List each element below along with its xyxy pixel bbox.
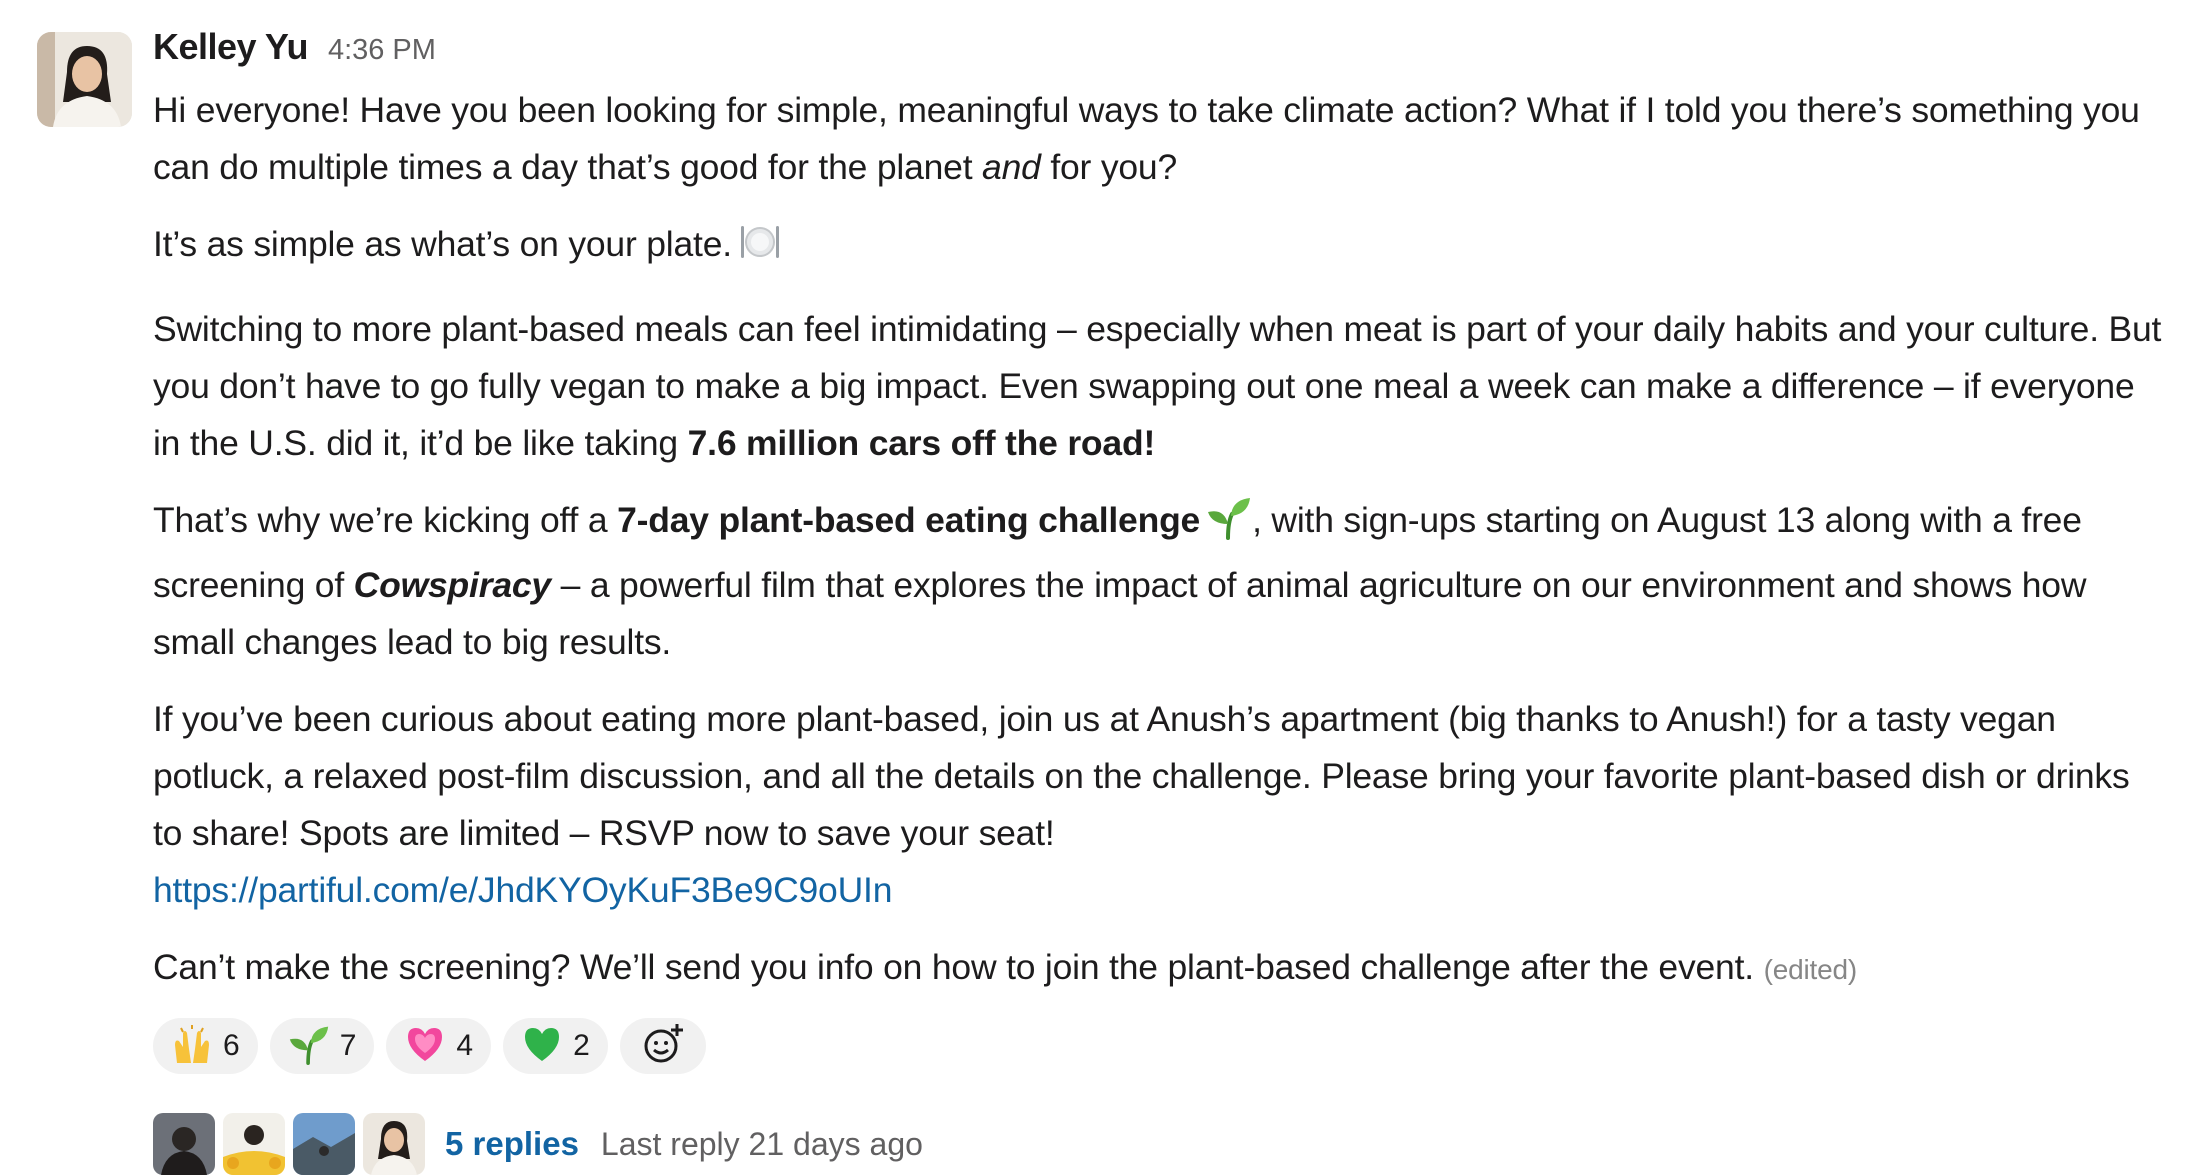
message: Kelley Yu 4:36 PM Hi everyone! Have you … (0, 0, 2206, 1175)
p5-text: If you’ve been curious about eating more… (153, 699, 2130, 853)
thread-summary[interactable]: 5 replies Last reply 21 days ago (153, 1112, 2163, 1176)
seedling-icon (1206, 494, 1252, 557)
p3-bold: 7.6 million cars off the road! (687, 423, 1156, 463)
thread-replies-link[interactable]: 5 replies (445, 1125, 579, 1163)
paragraph-6: Can’t make the screening? We’ll send you… (153, 939, 2163, 998)
reaction-count: 2 (573, 1029, 590, 1062)
p4-bold: 7-day plant-based eating challenge (617, 500, 1201, 540)
reply-avatar (363, 1113, 425, 1175)
p4-text-a: That’s why we’re kicking off a (153, 500, 618, 540)
paragraph-1: Hi everyone! Have you been looking for s… (153, 82, 2163, 196)
thread-last-reply: Last reply 21 days ago (600, 1125, 923, 1162)
reaction-count: 7 (339, 1029, 357, 1062)
sender-name[interactable]: Kelley Yu (153, 26, 308, 68)
event-link[interactable]: https://partiful.com/e/JhdKYOyKuF3Be9C9o… (153, 870, 892, 910)
reply-avatar (223, 1113, 285, 1175)
p6-text: Can’t make the screening? We’ll send you… (153, 947, 1754, 987)
reply-avatar (153, 1113, 215, 1175)
p1-text-c: for you? (1040, 147, 1178, 187)
thread-avatars (153, 1113, 425, 1175)
p4-bold-italic: Cowspiracy (353, 565, 551, 605)
p1-italic: and (982, 147, 1041, 187)
reaction-count: 4 (456, 1029, 474, 1062)
paragraph-3: Switching to more plant-based meals can … (153, 301, 2163, 472)
reaction-raising-hands[interactable]: 6 (153, 1018, 258, 1074)
green-heart-icon (521, 1023, 563, 1070)
reply-avatar (293, 1113, 355, 1175)
add-reaction-icon (641, 1022, 685, 1071)
message-timestamp[interactable]: 4:36 PM (328, 34, 436, 67)
reaction-seedling[interactable]: 7 (269, 1018, 375, 1074)
reaction-count: 6 (223, 1029, 240, 1062)
seedling-icon (288, 1023, 330, 1070)
message-content: Kelley Yu 4:36 PM Hi everyone! Have you … (153, 26, 2163, 1176)
p3-text-a: Switching to more plant-based meals can … (153, 309, 2162, 463)
edited-label: (edited) (1763, 954, 1858, 985)
paragraph-2: It’s as simple as what’s on your plate. (153, 216, 2163, 281)
sender-avatar[interactable] (37, 32, 132, 127)
paragraph-4: That’s why we’re kicking off a 7-day pla… (153, 492, 2163, 671)
reaction-growing-heart[interactable]: 4 (386, 1018, 492, 1074)
paragraph-5: If you’ve been curious about eating more… (153, 691, 2163, 919)
growing-heart-icon (404, 1023, 446, 1070)
message-header: Kelley Yu 4:36 PM (153, 26, 2163, 82)
add-reaction-button[interactable] (619, 1018, 706, 1074)
reaction-green-heart[interactable]: 2 (503, 1018, 608, 1074)
raising-hands-icon (171, 1023, 213, 1070)
plate-fork-knife-icon (738, 220, 782, 281)
p2-text: It’s as simple as what’s on your plate. (153, 224, 732, 264)
reactions-bar: 6 7 4 2 (153, 1018, 2163, 1076)
